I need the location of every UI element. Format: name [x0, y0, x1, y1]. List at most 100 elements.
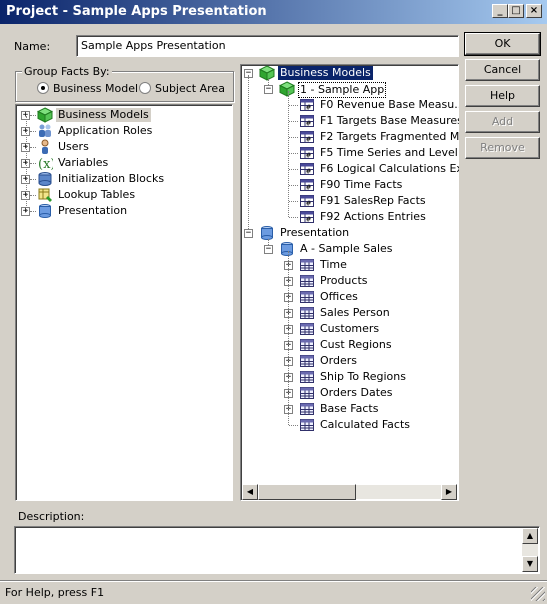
- scroll-up-arrow[interactable]: ▲: [522, 528, 538, 544]
- add-button[interactable]: Add: [465, 111, 540, 133]
- minimize-button[interactable]: _: [492, 4, 508, 18]
- left-tree-item-label: Business Models: [56, 108, 151, 122]
- left-tree-item[interactable]: + Users: [15, 139, 231, 155]
- svg-text:(x): (x): [38, 157, 53, 171]
- tree-connector: [289, 153, 298, 154]
- fact-table-item[interactable]: # F90 Time Facts: [240, 177, 459, 193]
- sample-app-node[interactable]: − 1 - Sample App: [240, 81, 459, 98]
- presentation-table-item[interactable]: + Ship To Regions: [240, 369, 459, 385]
- tree-connector: [289, 121, 298, 122]
- presentation-table-item[interactable]: + Orders: [240, 353, 459, 369]
- name-input[interactable]: Sample Apps Presentation: [76, 35, 459, 57]
- help-button-label: Help: [489, 89, 516, 102]
- close-button[interactable]: ×: [526, 4, 542, 18]
- presentation-table-item-label: Time: [320, 258, 347, 271]
- fact-table-item[interactable]: # F0 Revenue Base Measu...: [240, 97, 459, 113]
- presentation-table-item-label: Base Facts: [320, 402, 379, 415]
- horizontal-scrollbar[interactable]: ◀ ▶: [242, 484, 457, 500]
- left-tree-item[interactable]: + Presentation: [15, 203, 231, 219]
- tree-connector: [30, 211, 36, 212]
- ok-button[interactable]: OK: [464, 32, 541, 56]
- left-tree-item[interactable]: + Application Roles: [15, 123, 231, 139]
- remove-button[interactable]: Remove: [465, 137, 540, 159]
- fact-table-item[interactable]: # F2 Targets Fragmented Meas: [240, 129, 459, 145]
- fact-table-item[interactable]: # F1 Targets Base Measures: [240, 113, 459, 129]
- presentation-table-item[interactable]: + Customers: [240, 321, 459, 337]
- svg-text:#: #: [306, 168, 312, 176]
- left-tree-item-label: Application Roles: [58, 124, 153, 137]
- left-tree-item[interactable]: +(x)Variables: [15, 155, 231, 172]
- tree-connector: [289, 169, 298, 170]
- presentation-icon: [259, 225, 275, 241]
- presentation-table-item[interactable]: + Offices: [240, 289, 459, 305]
- presentation-table-item[interactable]: + Cust Regions: [240, 337, 459, 353]
- cancel-button-label: Cancel: [483, 63, 522, 76]
- svg-text:#: #: [306, 120, 312, 128]
- presentation-table-item[interactable]: Calculated Facts: [240, 417, 459, 433]
- description-input[interactable]: ▲ ▼: [14, 526, 540, 574]
- table-icon: [299, 353, 315, 369]
- resize-grip[interactable]: [531, 587, 545, 601]
- svg-text:#: #: [306, 200, 312, 208]
- scroll-down-arrow[interactable]: ▼: [522, 556, 538, 572]
- presentation-table-item-label: Offices: [320, 290, 358, 303]
- tree-connector: [268, 79, 269, 85]
- subject-area-radio[interactable]: [139, 82, 151, 94]
- fact-table-item-label: F92 Actions Entries: [320, 210, 426, 223]
- presentation-table-item-label: Orders: [320, 354, 357, 367]
- cube-icon: [36, 107, 54, 123]
- add-button-label: Add: [491, 115, 514, 128]
- tree-connector: [248, 75, 249, 229]
- sample-app-node-label: 1 - Sample App: [298, 82, 387, 98]
- business-models-node[interactable]: − Business Models: [240, 65, 459, 81]
- collapse-minus-icon[interactable]: −: [264, 245, 273, 254]
- presentation-node[interactable]: − Presentation: [240, 225, 459, 241]
- presentation-table-item-label: Products: [320, 274, 368, 287]
- init-block-icon: [37, 171, 53, 187]
- help-button[interactable]: Help: [465, 85, 540, 107]
- business-model-radio-label[interactable]: Business Model: [53, 82, 138, 95]
- fact-table-icon: #: [299, 113, 315, 129]
- presentation-table-item[interactable]: + Products: [240, 273, 459, 289]
- fact-table-item[interactable]: # F6 Logical Calculations Exam: [240, 161, 459, 177]
- scroll-right-arrow[interactable]: ▶: [441, 484, 457, 500]
- fact-table-item[interactable]: # F5 Time Series and Level Ba: [240, 145, 459, 161]
- fact-table-icon: #: [299, 177, 315, 193]
- name-label: Name:: [14, 40, 51, 53]
- left-tree-item-label: Initialization Blocks: [58, 172, 165, 185]
- fact-table-item-label: F5 Time Series and Level Ba: [320, 146, 459, 159]
- collapse-minus-icon[interactable]: −: [264, 85, 273, 94]
- left-tree-item-label: Presentation: [58, 204, 128, 217]
- fact-table-item-label: F2 Targets Fragmented Meas: [320, 130, 459, 143]
- fact-table-item[interactable]: # F92 Actions Entries: [240, 209, 459, 225]
- presentation-table-item[interactable]: + Orders Dates: [240, 385, 459, 401]
- maximize-button[interactable]: □: [508, 4, 524, 18]
- description-label: Description:: [18, 510, 85, 523]
- left-tree-item[interactable]: + Initialization Blocks: [15, 171, 231, 187]
- fact-table-item-label: F1 Targets Base Measures: [320, 114, 459, 127]
- fact-table-icon: #: [299, 193, 315, 209]
- scroll-thumb[interactable]: [258, 484, 356, 500]
- scroll-left-arrow[interactable]: ◀: [242, 484, 258, 500]
- group-facts-title: Group Facts By:: [22, 65, 112, 78]
- description-scrollbar[interactable]: ▲ ▼: [522, 528, 538, 572]
- left-tree-item[interactable]: + Lookup Tables: [15, 187, 231, 203]
- left-tree-item-label: Variables: [58, 156, 109, 169]
- fact-table-item[interactable]: # F91 SalesRep Facts: [240, 193, 459, 209]
- svg-text:#: #: [306, 184, 312, 192]
- subject-area-node[interactable]: − A - Sample Sales: [240, 241, 459, 257]
- subject-area-radio-label[interactable]: Subject Area: [155, 82, 225, 95]
- tree-connector: [289, 201, 298, 202]
- presentation-table-item[interactable]: + Sales Person: [240, 305, 459, 321]
- lookup-table-icon: [37, 187, 53, 203]
- svg-text:#: #: [306, 104, 312, 112]
- business-model-radio[interactable]: [37, 82, 49, 94]
- left-tree-item[interactable]: + Business Models: [15, 107, 231, 123]
- presentation-table-item[interactable]: + Time: [240, 257, 459, 273]
- cancel-button[interactable]: Cancel: [465, 59, 540, 81]
- collapse-minus-icon[interactable]: −: [244, 229, 253, 238]
- cube-icon: [278, 81, 296, 97]
- fact-table-icon: #: [299, 161, 315, 177]
- presentation-table-item[interactable]: + Base Facts: [240, 401, 459, 417]
- name-input-value: Sample Apps Presentation: [81, 39, 226, 52]
